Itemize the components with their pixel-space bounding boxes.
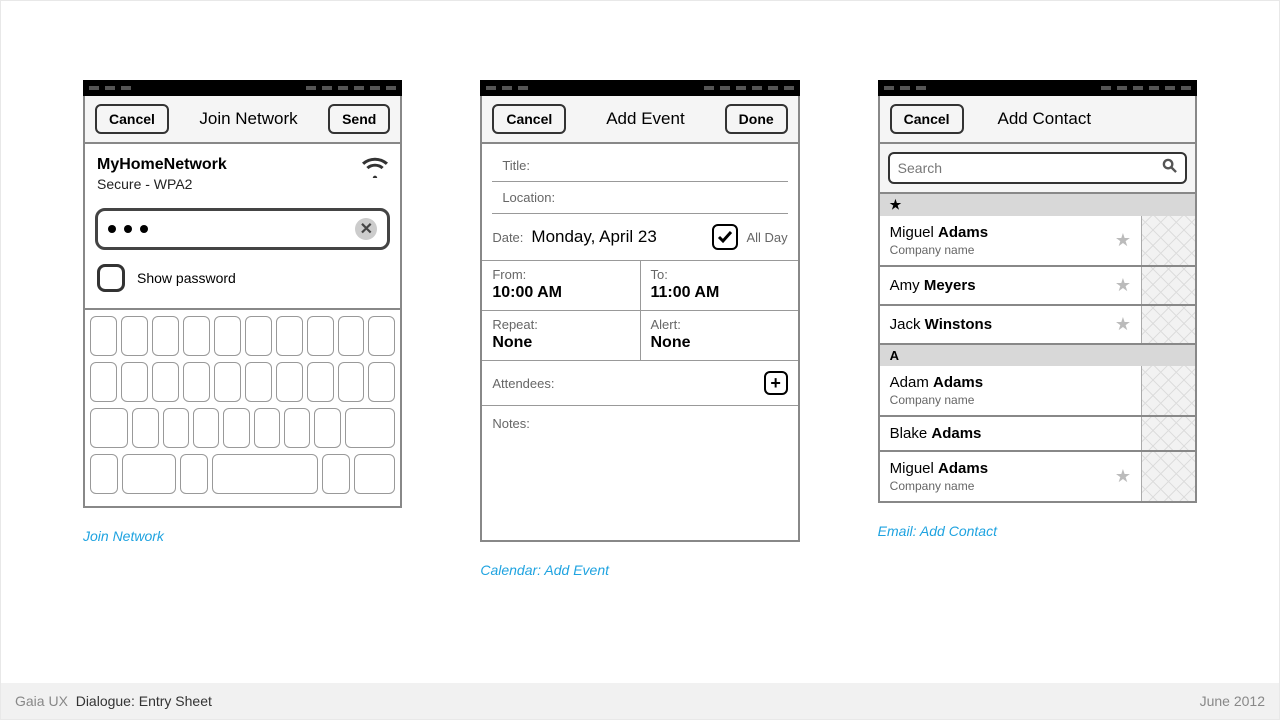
- contact-name: Jack Winstons: [890, 316, 992, 333]
- allday-checkbox[interactable]: [712, 224, 738, 250]
- cancel-button[interactable]: Cancel: [492, 104, 566, 134]
- contact-row[interactable]: Miguel Adams Company name ★: [878, 216, 1197, 267]
- titlebar: [83, 80, 402, 96]
- footer-title: Dialogue: Entry Sheet: [76, 693, 212, 709]
- contact-avatar: [1141, 216, 1195, 265]
- show-password-checkbox[interactable]: [97, 264, 125, 292]
- titlebar: [480, 80, 799, 96]
- add-attendee-button[interactable]: +: [764, 371, 788, 395]
- star-icon: ★: [1115, 466, 1131, 487]
- contact-name: Adam Adams: [890, 374, 983, 391]
- search-input[interactable]: Search: [888, 152, 1187, 184]
- panel-caption: Email: Add Contact: [878, 523, 1197, 539]
- allday-label: All Day: [746, 230, 787, 245]
- add-contact-panel: Cancel Add Contact Search ★ Miguel Adams…: [878, 80, 1197, 578]
- dialog-title: Join Network: [169, 109, 328, 129]
- panel-caption: Join Network: [83, 528, 402, 544]
- search-placeholder: Search: [898, 160, 942, 176]
- location-field[interactable]: Location:: [502, 190, 777, 205]
- show-password-label: Show password: [137, 270, 236, 286]
- star-icon: ★: [1115, 275, 1131, 296]
- contact-name: Blake Adams: [890, 425, 982, 442]
- star-icon: ★: [1115, 230, 1131, 251]
- footer: Gaia UX Dialogue: Entry Sheet June 2012: [1, 683, 1279, 719]
- contact-row[interactable]: Miguel Adams Company name ★: [878, 452, 1197, 503]
- cancel-button[interactable]: Cancel: [890, 104, 964, 134]
- titlebar: [878, 80, 1197, 96]
- contact-row[interactable]: Jack Winstons ★: [878, 306, 1197, 345]
- footer-product: Gaia UX: [15, 693, 68, 709]
- contact-name: Amy Meyers: [890, 277, 976, 294]
- contact-row[interactable]: Amy Meyers ★: [878, 267, 1197, 306]
- contact-name: Miguel Adams: [890, 460, 988, 477]
- dialog-title: Add Event: [566, 109, 724, 129]
- panel-caption: Calendar: Add Event: [480, 562, 799, 578]
- keyboard[interactable]: [85, 308, 400, 506]
- dialog-header: Cancel Join Network Send: [83, 96, 402, 144]
- contact-company: Company name: [890, 479, 988, 493]
- footer-date: June 2012: [1200, 693, 1265, 709]
- contact-row[interactable]: Adam Adams Company name: [878, 366, 1197, 417]
- contact-name: Miguel Adams: [890, 224, 988, 241]
- add-event-panel: Cancel Add Event Done Title: Location: D…: [480, 80, 799, 578]
- star-icon: ★: [1115, 314, 1131, 335]
- dialog-header: Cancel Add Contact: [878, 96, 1197, 144]
- alert-field[interactable]: Alert:None: [641, 311, 798, 360]
- dialog-header: Cancel Add Event Done: [480, 96, 799, 144]
- to-field[interactable]: To:11:00 AM: [641, 261, 798, 310]
- contact-avatar: [1141, 306, 1195, 343]
- dialog-title: Add Contact: [964, 109, 1125, 129]
- contact-avatar: [1141, 452, 1195, 501]
- section-favorites: ★: [878, 194, 1197, 216]
- search-icon: [1162, 158, 1177, 178]
- attendees-label: Attendees:: [492, 376, 554, 391]
- network-security: Secure - WPA2: [97, 176, 227, 192]
- title-field[interactable]: Title:: [502, 158, 777, 173]
- join-network-panel: Cancel Join Network Send MyHomeNetwork S…: [83, 80, 402, 578]
- section-a: A: [878, 345, 1197, 366]
- clear-icon[interactable]: ✕: [355, 218, 377, 240]
- repeat-field[interactable]: Repeat:None: [482, 311, 640, 360]
- contact-avatar: [1141, 417, 1195, 450]
- date-value[interactable]: Monday, April 23: [531, 227, 704, 247]
- notes-field[interactable]: Notes:: [492, 416, 787, 431]
- contact-avatar: [1141, 267, 1195, 304]
- contact-avatar: [1141, 366, 1195, 415]
- date-label: Date:: [492, 230, 523, 245]
- send-button[interactable]: Send: [328, 104, 390, 134]
- done-button[interactable]: Done: [725, 104, 788, 134]
- contact-company: Company name: [890, 243, 988, 257]
- cancel-button[interactable]: Cancel: [95, 104, 169, 134]
- wifi-icon: [362, 156, 388, 183]
- contact-company: Company name: [890, 393, 983, 407]
- password-input[interactable]: ✕: [95, 208, 390, 250]
- password-dots: [108, 220, 156, 238]
- contact-row[interactable]: Blake Adams: [878, 417, 1197, 452]
- network-name: MyHomeNetwork: [97, 156, 227, 174]
- from-field[interactable]: From:10:00 AM: [482, 261, 640, 310]
